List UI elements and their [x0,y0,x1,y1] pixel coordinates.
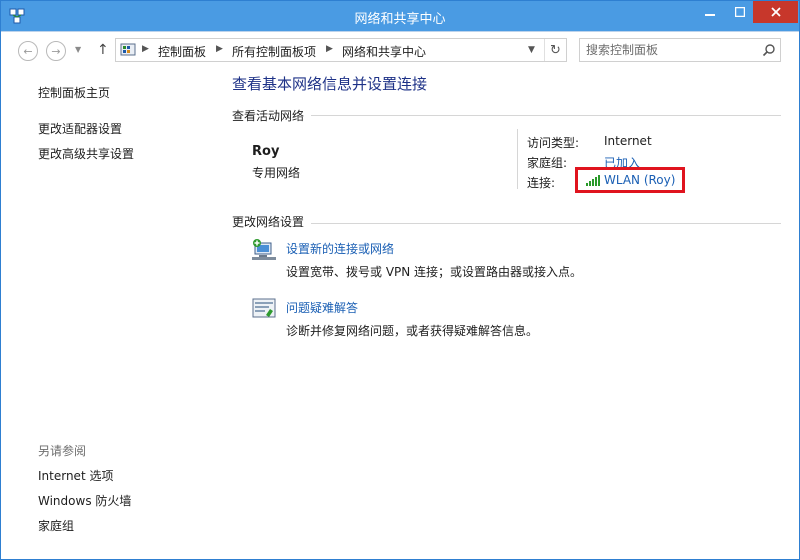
homegroup-link[interactable]: 家庭组 [38,517,74,534]
breadcrumb-control-panel[interactable]: 控制面板 [158,43,206,60]
search-box[interactable] [579,38,781,62]
breadcrumb-all-items[interactable]: 所有控制面板项 [232,43,316,60]
access-type-value: Internet [604,134,652,148]
refresh-icon: ↻ [550,42,561,58]
main-pane: 查看基本网络信息并设置连接 查看活动网络 Roy 专用网络 访问类型: Inte… [231,67,783,559]
active-networks-heading: 查看活动网络 [232,109,305,123]
arrow-up-icon: ↑ [97,42,109,58]
search-input[interactable] [586,42,756,58]
troubleshoot-icon [252,298,276,318]
setup-new-connection-link[interactable]: 设置新的连接或网络 [286,240,394,257]
navigation-bar-inner: ← → ▼ ↑ ▶ 控制面板 ▶ 所有控制面板项 ▶ 网络和共享中心 ▼ ↻ 搜… [1,31,799,67]
close-icon [770,7,781,17]
window: 网络和共享中心 ← → ▼ ↑ ▶ 控制面板 ▶ 所有控制面板项 ▶ 网络和共享… [0,0,800,560]
close-button[interactable] [753,1,798,23]
connection-label: 连接: [527,176,556,190]
new-connection-icon [252,239,276,260]
arrow-left-icon: ← [23,44,33,58]
wifi-signal-icon [586,175,600,186]
control-panel-home-link[interactable]: 控制面板主页 [38,84,110,101]
change-adapter-settings-link[interactable]: 更改适配器设置 [38,120,122,137]
windows-firewall-link[interactable]: Windows 防火墙 [38,492,131,509]
minimize-icon [705,14,715,16]
breadcrumb-separator-icon[interactable]: ▶ [326,44,333,54]
access-type-label: 访问类型: [527,136,580,150]
change-settings-heading: 更改网络设置 [232,215,305,229]
breadcrumb-network-center[interactable]: 网络和共享中心 [342,43,426,60]
change-advanced-sharing-link[interactable]: 更改高级共享设置 [38,145,134,162]
maximize-icon [735,7,745,17]
breadcrumb-separator-icon[interactable]: ▶ [142,44,149,54]
vertical-divider [517,129,518,189]
address-bar[interactable]: ▶ 控制面板 ▶ 所有控制面板项 ▶ 网络和共享中心 ▼ ↻ [115,38,567,62]
maximize-button[interactable] [727,1,753,23]
network-type[interactable]: 专用网络 [252,164,300,181]
chevron-down-icon: ▼ [75,45,82,54]
search-icon[interactable] [762,43,776,57]
up-button[interactable]: ↑ [97,42,109,58]
section-divider [311,223,781,224]
minimize-button[interactable] [693,1,727,23]
page-title: 查看基本网络信息并设置连接 [232,75,428,93]
arrow-right-icon: → [51,44,61,58]
troubleshoot-problems-description: 诊断并修复网络问题，或者获得疑难解答信息。 [286,324,539,338]
recent-locations-button[interactable]: ▼ [75,45,81,54]
breadcrumb-separator-icon[interactable]: ▶ [216,44,223,54]
setup-new-connection-description: 设置宽带、拨号或 VPN 连接；或设置路由器或接入点。 [286,265,583,279]
section-divider [311,115,781,116]
control-panel-icon [120,43,136,56]
window-title: 网络和共享中心 [354,12,446,27]
left-pane: 控制面板主页 更改适配器设置 更改高级共享设置 另请参阅 Internet 选项… [1,67,219,559]
see-also-label: 另请参阅 [38,444,87,458]
forward-button[interactable]: → [46,41,66,61]
homegroup-label: 家庭组: [527,156,568,170]
address-dropdown-button[interactable]: ▼ [528,45,535,55]
refresh-button[interactable]: ↻ [544,39,566,61]
internet-options-link[interactable]: Internet 选项 [38,467,113,484]
navigation-bar: ← → ▼ ↑ ▶ 控制面板 ▶ 所有控制面板项 ▶ 网络和共享中心 ▼ ↻ 搜… [1,31,799,67]
troubleshoot-problems-link[interactable]: 问题疑难解答 [286,299,358,316]
title-bar: 网络和共享中心 [1,1,799,31]
back-button[interactable]: ← [18,41,38,61]
wlan-connection-link[interactable]: WLAN (Roy) [604,173,675,187]
network-name: Roy [252,144,280,159]
